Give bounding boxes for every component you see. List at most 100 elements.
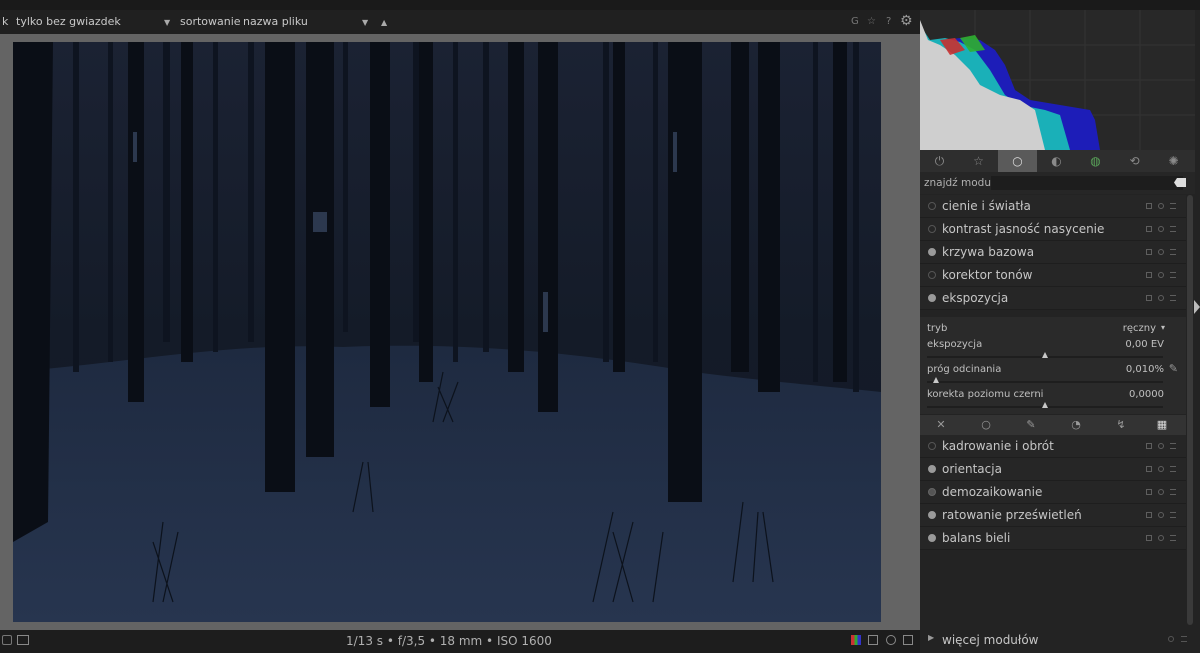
reset-icon[interactable]	[1158, 272, 1164, 278]
presets-icon[interactable]	[1146, 443, 1152, 449]
sort-direction-icon[interactable]: ▲	[381, 18, 387, 27]
exposure-slider[interactable]	[927, 352, 1163, 358]
black-level-label: korekta poziomu czerni	[927, 389, 1044, 400]
expand-right-panel-icon[interactable]	[1194, 300, 1200, 314]
tone-group-icon[interactable]: ◐	[1037, 150, 1076, 172]
reset-icon[interactable]	[1158, 226, 1164, 232]
power-group-icon[interactable]: ⏻	[920, 150, 959, 172]
black-level-slider[interactable]	[927, 402, 1163, 408]
reset-icon[interactable]	[1158, 512, 1164, 518]
histogram[interactable]	[920, 10, 1195, 150]
menu-icon[interactable]	[1170, 443, 1176, 449]
power-icon[interactable]	[928, 511, 936, 519]
power-icon[interactable]	[928, 202, 936, 210]
reset-icon[interactable]	[1158, 443, 1164, 449]
blend-off-icon[interactable]: ✕	[935, 419, 947, 431]
clipping-slider[interactable]	[927, 377, 1163, 383]
power-icon[interactable]	[928, 248, 936, 256]
blend-uniform-icon[interactable]: ○	[980, 419, 992, 431]
overexposed-icon[interactable]	[903, 635, 913, 645]
module-exposure[interactable]: ekspozycja	[920, 287, 1186, 310]
chevron-right-icon: ▶	[928, 633, 935, 642]
softproof-icon[interactable]	[868, 635, 878, 645]
blend-drawn-icon[interactable]: ✎	[1025, 419, 1037, 431]
reset-icon[interactable]	[1168, 636, 1174, 642]
power-icon[interactable]	[928, 488, 936, 496]
module-crop-rotate[interactable]: kadrowanie i obrót	[920, 435, 1186, 458]
reset-icon[interactable]	[1158, 466, 1164, 472]
power-icon[interactable]	[928, 442, 936, 450]
module-label: ratowanie prześwietleń	[942, 508, 1082, 522]
menu-icon[interactable]	[1170, 295, 1176, 301]
hide-panels-icon[interactable]	[2, 635, 12, 645]
slider-knob[interactable]	[1042, 352, 1048, 358]
module-tone-equalizer[interactable]: korektor tonów	[920, 264, 1186, 287]
filmstrip-icon[interactable]	[17, 635, 29, 645]
presets-icon[interactable]	[1146, 203, 1152, 209]
color-group-icon[interactable]: ◍	[1076, 150, 1115, 172]
chevron-down-icon[interactable]: ▼	[362, 18, 368, 27]
power-icon[interactable]	[928, 534, 936, 542]
menu-icon[interactable]	[1170, 535, 1176, 541]
menu-icon[interactable]	[1181, 636, 1187, 642]
photo-canvas[interactable]	[13, 42, 881, 622]
presets-icon[interactable]	[1146, 466, 1152, 472]
effect-group-icon[interactable]: ✺	[1154, 150, 1193, 172]
filter-dropdown[interactable]: tylko bez gwiazdek	[16, 15, 121, 28]
slider-knob[interactable]	[1042, 402, 1048, 408]
reset-icon[interactable]	[1158, 249, 1164, 255]
presets-icon[interactable]	[1146, 512, 1152, 518]
color-picker-icon[interactable]: ✎	[1169, 362, 1178, 375]
correct-group-icon[interactable]: ⟲	[1115, 150, 1154, 172]
reset-icon[interactable]	[1158, 203, 1164, 209]
sort-dropdown[interactable]: nazwa pliku	[243, 15, 308, 28]
mode-dropdown[interactable]: ręczny	[1123, 323, 1156, 334]
module-label: orientacja	[942, 462, 1002, 476]
module-contrast-brightness-saturation[interactable]: kontrast jasność nasycenie	[920, 218, 1186, 241]
chevron-down-icon[interactable]: ▾	[1161, 323, 1165, 332]
module-shadows-highlights[interactable]: cienie i światła	[920, 195, 1186, 218]
menu-icon[interactable]	[1170, 466, 1176, 472]
reset-icon[interactable]	[1158, 489, 1164, 495]
menu-icon[interactable]	[1170, 512, 1176, 518]
star-icon[interactable]: ☆	[867, 16, 876, 27]
reset-icon[interactable]	[1158, 295, 1164, 301]
favorites-group-icon[interactable]: ☆	[959, 150, 998, 172]
presets-icon[interactable]	[1146, 249, 1152, 255]
blend-raster-icon[interactable]: ▦	[1156, 419, 1168, 431]
menu-icon[interactable]	[1170, 226, 1176, 232]
presets-icon[interactable]	[1146, 535, 1152, 541]
menu-icon[interactable]	[1170, 272, 1176, 278]
menu-icon[interactable]	[1170, 203, 1176, 209]
module-highlight-reconstruction[interactable]: ratowanie prześwietleń	[920, 504, 1186, 527]
more-modules-row[interactable]: ▶ więcej modułów	[920, 628, 1195, 653]
menu-icon[interactable]	[1170, 489, 1176, 495]
color-assessment-icon[interactable]	[851, 635, 861, 645]
slider-knob[interactable]	[933, 377, 940, 383]
menu-icon[interactable]	[1170, 249, 1176, 255]
help-icon[interactable]: ?	[886, 16, 891, 27]
chevron-down-icon[interactable]: ▼	[164, 18, 170, 27]
presets-icon[interactable]	[1146, 272, 1152, 278]
blend-drawn-parametric-icon[interactable]: ↯	[1115, 419, 1127, 431]
grouping-icon[interactable]: G	[851, 16, 859, 27]
blend-parametric-icon[interactable]: ◔	[1070, 419, 1082, 431]
gear-icon[interactable]: ⚙	[900, 13, 913, 29]
power-icon[interactable]	[928, 225, 936, 233]
power-icon[interactable]	[928, 294, 936, 302]
basic-group-icon[interactable]: ○	[998, 150, 1037, 172]
module-white-balance[interactable]: balans bieli	[920, 527, 1186, 550]
presets-icon[interactable]	[1146, 489, 1152, 495]
module-orientation[interactable]: orientacja	[920, 458, 1186, 481]
module-scrollbar[interactable]	[1187, 195, 1193, 625]
power-icon[interactable]	[928, 271, 936, 279]
reset-icon[interactable]	[1158, 535, 1164, 541]
presets-icon[interactable]	[1146, 295, 1152, 301]
module-search-input[interactable]	[991, 176, 1183, 190]
module-base-curve[interactable]: krzywa bazowa	[920, 241, 1186, 264]
presets-icon[interactable]	[1146, 226, 1152, 232]
right-panel: ⏻ ☆ ○ ◐ ◍ ⟲ ✺ znajdź moduł cienie i świa…	[920, 10, 1200, 653]
module-demosaic[interactable]: demozaikowanie	[920, 481, 1186, 504]
power-icon[interactable]	[928, 465, 936, 473]
gamut-check-icon[interactable]	[886, 635, 896, 645]
